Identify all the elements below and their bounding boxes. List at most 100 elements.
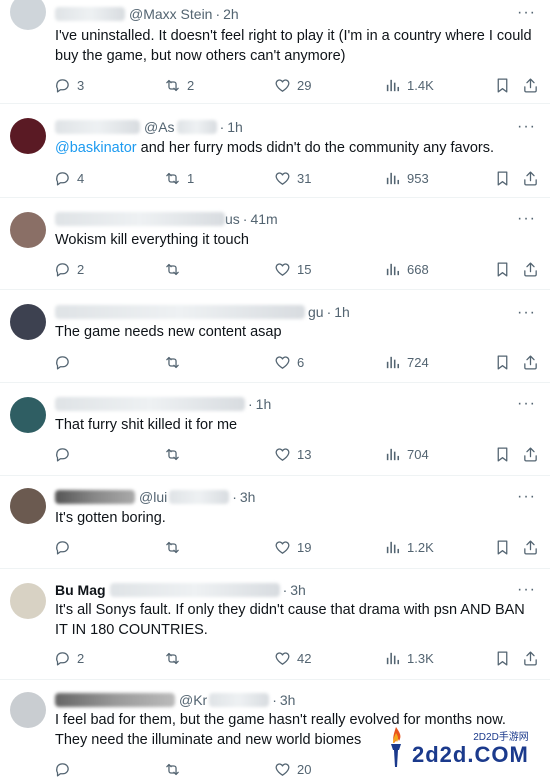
retweet-button[interactable] xyxy=(164,261,187,278)
user-handle[interactable]: @lui xyxy=(139,489,167,505)
like-button[interactable]: 31 xyxy=(274,170,311,187)
tweet[interactable]: @Maxx Stein · 2h ··· I've uninstalled. I… xyxy=(0,0,550,104)
bookmark-button[interactable] xyxy=(494,539,511,556)
avatar[interactable] xyxy=(10,397,46,433)
timestamp[interactable]: 3h xyxy=(290,582,306,598)
retweet-button[interactable] xyxy=(164,446,187,463)
view-count: 668 xyxy=(407,262,429,277)
tweet[interactable]: @lui · 3h ··· It's gotten boring. 19 1.2… xyxy=(0,476,550,569)
avatar[interactable] xyxy=(10,0,46,30)
tweet-text: That furry shit killed it for me xyxy=(55,417,238,433)
share-button[interactable] xyxy=(522,446,539,463)
reply-button[interactable] xyxy=(54,354,77,371)
tweet-text: It's gotten boring. xyxy=(55,510,166,526)
more-options-icon[interactable]: ··· xyxy=(517,305,536,321)
more-options-icon[interactable]: ··· xyxy=(517,582,536,598)
like-button[interactable]: 15 xyxy=(274,261,311,278)
reply-button[interactable]: 4 xyxy=(54,170,84,187)
timestamp[interactable]: 3h xyxy=(280,692,296,708)
views-button[interactable]: 1.2K xyxy=(384,539,434,556)
bookmark-button[interactable] xyxy=(494,77,511,94)
bookmark-button[interactable] xyxy=(494,650,511,667)
avatar[interactable] xyxy=(10,212,46,248)
user-handle[interactable]: @As xyxy=(144,119,175,135)
user-handle[interactable]: gu xyxy=(308,304,324,320)
bookmark-button[interactable] xyxy=(494,170,511,187)
user-handle[interactable]: @Kr xyxy=(179,692,207,708)
timestamp[interactable]: 1h xyxy=(227,119,243,135)
tweet[interactable]: gu · 1h ··· The game needs new content a… xyxy=(0,290,550,383)
like-count: 15 xyxy=(297,262,312,277)
view-count: 1.2K xyxy=(407,540,434,555)
like-button[interactable]: 20 xyxy=(274,761,311,778)
share-icon xyxy=(524,651,537,666)
bookmark-button[interactable] xyxy=(494,261,511,278)
like-button[interactable]: 19 xyxy=(274,539,311,556)
share-button[interactable] xyxy=(522,261,539,278)
retweet-button[interactable] xyxy=(164,650,187,667)
views-button[interactable]: 953 xyxy=(384,170,429,187)
avatar[interactable] xyxy=(10,692,46,728)
share-button[interactable] xyxy=(522,77,539,94)
avatar[interactable] xyxy=(10,488,46,524)
timestamp[interactable]: 2h xyxy=(223,6,239,22)
share-button[interactable] xyxy=(522,170,539,187)
timestamp[interactable]: 1h xyxy=(334,304,350,320)
timestamp[interactable]: 3h xyxy=(240,489,256,505)
more-options-icon[interactable]: ··· xyxy=(517,119,536,135)
heart-icon xyxy=(275,356,290,369)
bookmark-button[interactable] xyxy=(494,446,511,463)
reply-count: 3 xyxy=(77,78,85,93)
tweet-actions: 2 15 668 xyxy=(54,261,544,279)
display-name[interactable]: Bu Mag xyxy=(55,582,106,598)
more-options-icon[interactable]: ··· xyxy=(517,211,536,227)
more-options-icon[interactable]: ··· xyxy=(517,5,536,21)
share-button[interactable] xyxy=(522,354,539,371)
reply-button[interactable] xyxy=(54,539,77,556)
like-count: 6 xyxy=(297,355,305,370)
views-button[interactable]: 668 xyxy=(384,261,429,278)
tweet[interactable]: us · 41m ··· Wokism kill everything it t… xyxy=(0,198,550,290)
retweet-button[interactable] xyxy=(164,761,187,778)
like-button[interactable]: 29 xyxy=(274,77,311,94)
share-button[interactable] xyxy=(522,539,539,556)
share-button[interactable] xyxy=(522,650,539,667)
blurred-name xyxy=(55,397,245,411)
bookmark-button[interactable] xyxy=(494,354,511,371)
like-button[interactable]: 42 xyxy=(274,650,311,667)
share-icon xyxy=(524,262,537,277)
views-button[interactable]: 704 xyxy=(384,446,429,463)
like-button[interactable]: 6 xyxy=(274,354,304,371)
reply-button[interactable] xyxy=(54,761,77,778)
share-icon xyxy=(524,355,537,370)
like-button[interactable]: 13 xyxy=(274,446,311,463)
views-button[interactable]: 724 xyxy=(384,354,429,371)
retweet-button[interactable]: 1 xyxy=(164,170,194,187)
avatar[interactable] xyxy=(10,118,46,154)
avatar[interactable] xyxy=(10,583,46,619)
heart-icon xyxy=(275,763,290,776)
more-options-icon[interactable]: ··· xyxy=(517,489,536,505)
tweet[interactable]: @As · 1h ··· @baskinator and her furry m… xyxy=(0,104,550,198)
timestamp[interactable]: 1h xyxy=(256,396,272,412)
reply-button[interactable]: 2 xyxy=(54,650,84,667)
tweet[interactable]: · 1h ··· That furry shit killed it for m… xyxy=(0,383,550,476)
reply-button[interactable]: 2 xyxy=(54,261,84,278)
user-handle[interactable]: @Maxx Stein xyxy=(129,6,212,22)
like-count: 42 xyxy=(297,651,312,666)
views-button[interactable]: 1.4K xyxy=(384,77,434,94)
avatar[interactable] xyxy=(10,304,46,340)
retweet-button[interactable] xyxy=(164,539,187,556)
user-handle[interactable]: us xyxy=(225,211,240,227)
more-options-icon[interactable]: ··· xyxy=(517,396,536,412)
timestamp[interactable]: 41m xyxy=(250,211,277,227)
blurred-name xyxy=(55,490,135,504)
mention-link[interactable]: @baskinator xyxy=(55,140,137,156)
retweet-button[interactable]: 2 xyxy=(164,77,194,94)
reply-button[interactable]: 3 xyxy=(54,77,84,94)
views-button[interactable]: 1.3K xyxy=(384,650,434,667)
retweet-button[interactable] xyxy=(164,354,187,371)
reply-button[interactable] xyxy=(54,446,77,463)
heart-icon xyxy=(275,652,290,665)
tweet[interactable]: Bu Mag · 3h ··· It's all Sonys fault. If… xyxy=(0,569,550,680)
